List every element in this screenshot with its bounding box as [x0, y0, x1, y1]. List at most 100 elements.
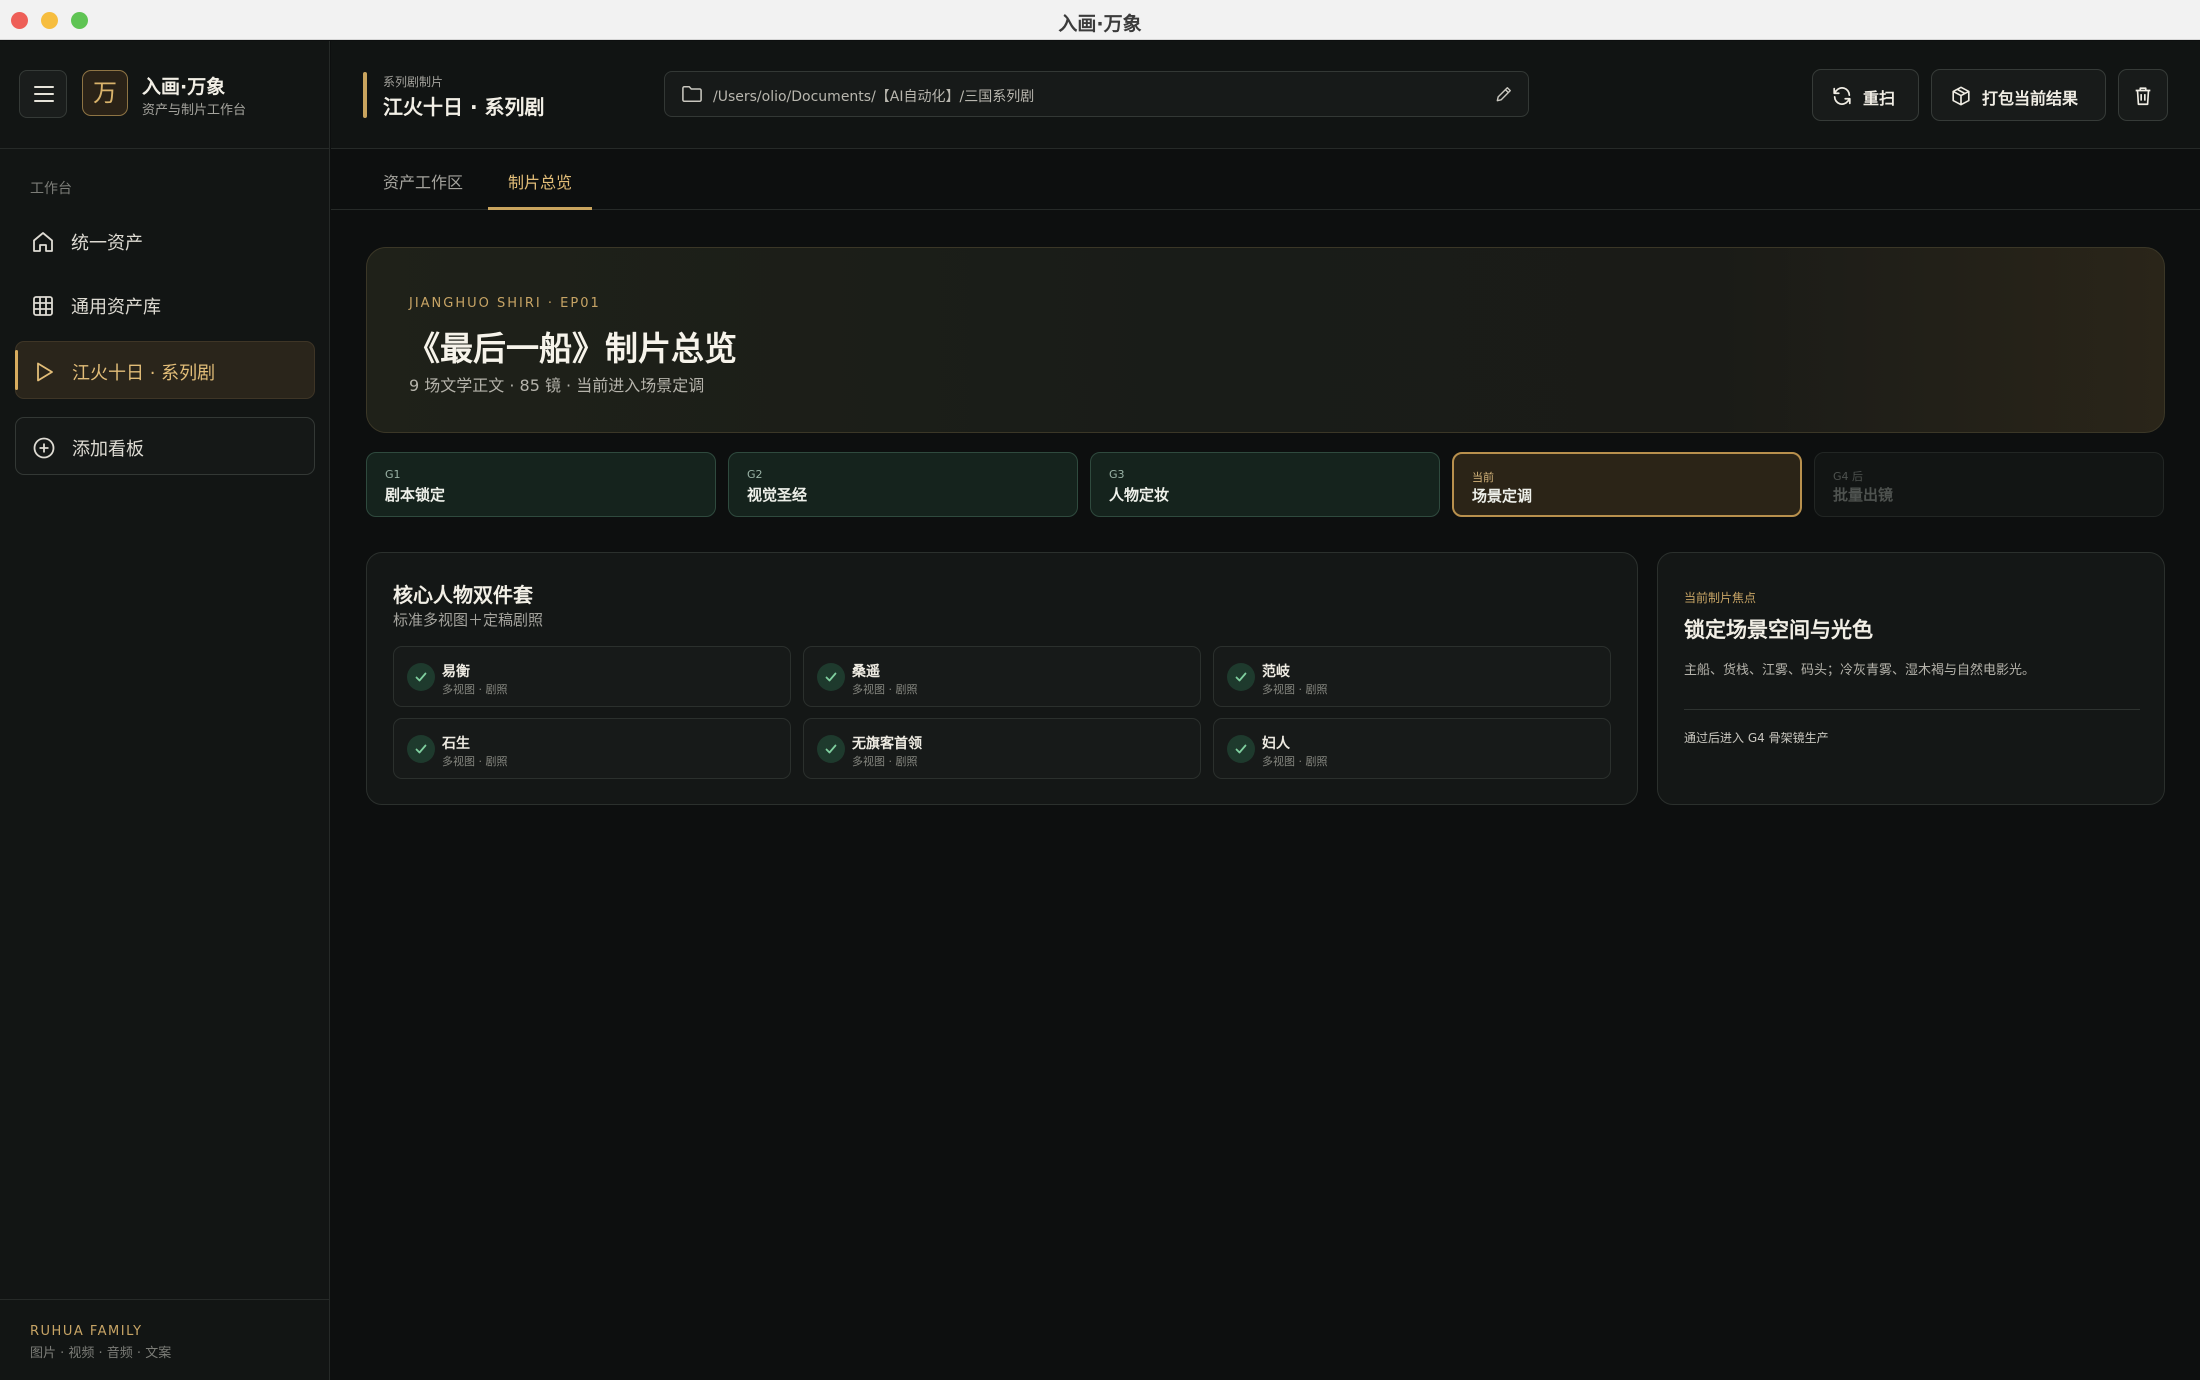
hamburger-icon [34, 93, 54, 95]
character-tag: 多视图 · 剧照 [442, 755, 508, 768]
pencil-icon[interactable] [1494, 84, 1514, 104]
stage-card-g1[interactable]: G1 剧本锁定 [366, 452, 716, 517]
pack-results-label: 打包当前结果 [1982, 89, 2079, 108]
sidebar-header: 万 入画·万象 资产与制片工作台 [0, 41, 330, 149]
character-tag: 多视图 · 剧照 [442, 683, 508, 696]
sidebar-item-asset-library[interactable]: 通用资产库 [15, 276, 315, 334]
sidebar-item-label: 通用资产库 [71, 297, 161, 318]
stage-card-g4[interactable]: G4 后 批量出镜 [1814, 452, 2164, 517]
character-tag: 多视图 · 剧照 [1262, 683, 1328, 696]
hero-subtitle: 9 场文学正文 · 85 镜 · 当前进入场景定调 [409, 376, 705, 395]
character-tag: 多视图 · 剧照 [852, 683, 918, 696]
check-badge [817, 663, 845, 691]
character-name: 范岐 [1262, 664, 1290, 680]
character-name: 石生 [442, 736, 470, 752]
stage-code: 当前 [1472, 471, 1494, 484]
character-item[interactable]: 妇人 多视图 · 剧照 [1213, 718, 1611, 779]
stage-name: 剧本锁定 [385, 486, 446, 504]
sidebar-footer: RUHUA FAMILY 图片 · 视频 · 音频 · 文案 [0, 1299, 330, 1380]
characters-subtitle: 标准多视图＋定稿剧照 [393, 611, 544, 629]
pack-results-button[interactable]: 打包当前结果 [1931, 69, 2106, 121]
tab-asset-workspace[interactable]: 资产工作区 [383, 150, 463, 210]
hamburger-icon [34, 100, 54, 102]
sidebar-section-label: 工作台 [30, 181, 72, 197]
home-icon [33, 232, 53, 252]
project-path-text: /Users/olio/Documents/【AI自动化】/三国系列剧 [713, 89, 1035, 105]
play-icon [37, 362, 53, 382]
hero-title: 《最后一船》制片总览 [407, 329, 737, 368]
production-focus-card: 当前制片焦点 锁定场景空间与光色 主船、货栈、江雾、码头；冷灰青雾、湿木褐与自然… [1657, 552, 2165, 805]
stage-name: 批量出镜 [1833, 486, 1894, 504]
character-item[interactable]: 石生 多视图 · 剧照 [393, 718, 791, 779]
sidebar-item-unified-assets[interactable]: 统一资产 [15, 212, 315, 270]
top-header: 系列剧制片 江火十日 · 系列剧 /Users/olio/Documents/【… [331, 41, 2200, 149]
tab-production-overview[interactable]: 制片总览 [488, 150, 593, 210]
character-item[interactable]: 易衡 多视图 · 剧照 [393, 646, 791, 707]
character-name: 无旗客首领 [852, 736, 922, 752]
character-name: 桑遥 [852, 664, 880, 680]
check-icon [1235, 744, 1247, 754]
brand-name: 入画·万象 [142, 76, 226, 98]
core-characters-card: 核心人物双件套 标准多视图＋定稿剧照 易衡 多视图 · 剧照 桑遥 多视图 · … [366, 552, 1638, 805]
check-badge [1227, 735, 1255, 763]
character-tag: 多视图 · 剧照 [1262, 755, 1328, 768]
stage-code: G2 [747, 468, 763, 481]
rescan-button[interactable]: 重扫 [1812, 69, 1919, 121]
rescan-label: 重扫 [1863, 89, 1896, 108]
footer-subtitle: 图片 · 视频 · 音频 · 文案 [30, 1346, 172, 1361]
check-icon [1235, 672, 1247, 682]
stage-name: 视觉圣经 [747, 486, 808, 504]
character-name: 妇人 [1262, 736, 1290, 752]
stage-code: G1 [385, 468, 401, 481]
refresh-icon [1833, 87, 1851, 105]
character-item[interactable]: 范岐 多视图 · 剧照 [1213, 646, 1611, 707]
grid-icon [33, 296, 53, 316]
stage-card-current[interactable]: 当前 场景定调 [1452, 452, 1802, 517]
stage-name: 场景定调 [1472, 487, 1533, 505]
project-path-field[interactable]: /Users/olio/Documents/【AI自动化】/三国系列剧 [664, 71, 1529, 117]
stage-card-g2[interactable]: G2 视觉圣经 [728, 452, 1078, 517]
check-icon [825, 672, 837, 682]
overview-hero: JIANGHUO SHIRI · EP01 《最后一船》制片总览 9 场文学正文… [366, 247, 2165, 433]
brand-subtitle: 资产与制片工作台 [142, 103, 247, 118]
characters-title: 核心人物双件套 [393, 583, 533, 607]
check-badge [407, 735, 435, 763]
stage-code: G4 后 [1833, 470, 1864, 483]
add-board-label: 添加看板 [72, 439, 144, 460]
add-board-button[interactable]: 添加看板 [15, 417, 315, 475]
stage-name: 人物定妆 [1109, 486, 1170, 504]
sidebar-item-label: 统一资产 [71, 233, 143, 254]
stage-card-g3[interactable]: G3 人物定妆 [1090, 452, 1440, 517]
app-logo: 万 [82, 70, 128, 116]
project-title: 江火十日 · 系列剧 [383, 95, 545, 119]
hamburger-icon [34, 86, 54, 88]
trash-icon [2135, 87, 2151, 106]
window-titlebar: 入画·万象 [0, 0, 2200, 40]
character-item[interactable]: 无旗客首领 多视图 · 剧照 [803, 718, 1201, 779]
check-icon [825, 744, 837, 754]
focus-title: 锁定场景空间与光色 [1684, 618, 1873, 642]
project-accent-bar [363, 72, 367, 118]
tab-bar: 资产工作区 制片总览 [331, 150, 2200, 210]
focus-kicker: 当前制片焦点 [1684, 591, 1757, 605]
check-badge [1227, 663, 1255, 691]
folder-icon [682, 85, 702, 103]
menu-toggle-button[interactable] [19, 70, 67, 118]
sidebar: 万 入画·万象 资产与制片工作台 工作台 统一资产 通用资产库 江火十日 · 系… [0, 41, 330, 1380]
check-icon [415, 672, 427, 682]
delete-button[interactable] [2118, 69, 2168, 121]
footer-brand: RUHUA FAMILY [30, 1324, 143, 1339]
character-tag: 多视图 · 剧照 [852, 755, 918, 768]
package-icon [1952, 86, 1970, 106]
plus-circle-icon [33, 437, 55, 459]
character-name: 易衡 [442, 664, 470, 680]
check-icon [415, 744, 427, 754]
sidebar-item-label: 江火十日 · 系列剧 [72, 363, 216, 384]
focus-divider [1684, 709, 2140, 710]
focus-description: 主船、货栈、江雾、码头；冷灰青雾、湿木褐与自然电影光。 [1684, 663, 2036, 678]
hero-kicker: JIANGHUO SHIRI · EP01 [409, 296, 601, 311]
sidebar-item-jianghuo-series[interactable]: 江火十日 · 系列剧 [15, 341, 315, 399]
stage-code: G3 [1109, 468, 1125, 481]
window-title: 入画·万象 [1058, 13, 1142, 35]
character-item[interactable]: 桑遥 多视图 · 剧照 [803, 646, 1201, 707]
